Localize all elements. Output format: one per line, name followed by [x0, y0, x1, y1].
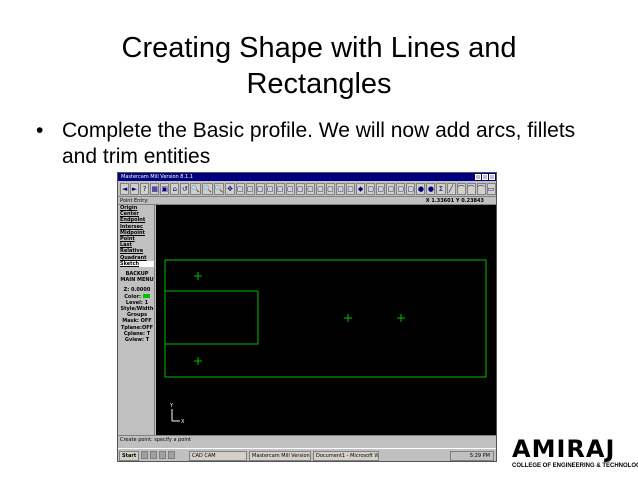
toolbar-button-11[interactable]: ▢ — [235, 182, 245, 195]
drawing-canvas[interactable]: Y X — [156, 205, 496, 435]
window-controls — [475, 174, 495, 180]
window-titlebar: Mastercam Mill Version 8.1.1 — [118, 173, 496, 181]
quick-launch-icon[interactable] — [150, 450, 157, 459]
toolbar-button-17[interactable]: ▢ — [295, 182, 305, 195]
toolbar-button-32[interactable]: ╱ — [446, 182, 456, 195]
toolbar-button-15[interactable]: ▢ — [275, 182, 285, 195]
slide-title: Creating Shape with Lines and Rectangles — [0, 30, 638, 102]
logo-wordmark: AMIRAJ — [512, 435, 616, 463]
taskbar-item-mastercam[interactable]: Mastercam Mill Version... — [249, 450, 311, 461]
point-marker — [194, 357, 202, 365]
toolbar-button-14[interactable]: ▢ — [265, 182, 275, 195]
toolbar-button-31[interactable]: Σ — [436, 182, 446, 195]
point-marker — [344, 314, 352, 322]
amiraj-logo: AMIRAJ COLLEGE OF ENGINEERING & TECHNOLO… — [512, 435, 638, 469]
toolbar-button-8[interactable]: 🔍 — [202, 182, 213, 195]
toolbar-button-25[interactable]: ▢ — [376, 182, 386, 195]
toolbar-button-12[interactable]: ▢ — [245, 182, 255, 195]
quick-launch — [141, 450, 187, 461]
toolbar-button-0[interactable]: ◄ — [120, 182, 130, 195]
quick-launch-icon[interactable] — [168, 450, 175, 459]
color-label: Color: — [124, 293, 141, 300]
main-menu-button[interactable]: MAIN MENU — [120, 277, 154, 283]
toolbar: ◄ ►? ▦ ▣ ⌂ ↺ 🔍 🔍 🔍 ✥ ▢ ▢ ▢ ▢ ▢ ▢ ▢ ▢ ▢ ▢ ▢ ▢ ◆ ▢ ▢ ▢ ▢ ▢ ● ● Σ ╱ ⌒ ⌒ ⌒ ▭ — [118, 181, 496, 197]
toolbar-button-20[interactable]: ▢ — [325, 182, 335, 195]
tplane-setting[interactable]: Tplane:OFF — [120, 325, 154, 331]
toolbar-button-30[interactable]: ● — [426, 182, 436, 195]
axis-y-label: Y — [169, 403, 174, 409]
toolbar-button-27[interactable]: ▢ — [396, 182, 406, 195]
bullet-marker: • — [36, 119, 44, 142]
point-marker — [397, 314, 405, 322]
windows-taskbar: Start CAD CAM Mastercam Mill Version... … — [118, 448, 496, 461]
toolbar-button-28[interactable]: ▢ — [406, 182, 416, 195]
status-bar: Point Entry: X 1.33601 Y 0.23843 — [118, 197, 496, 205]
profile-outline — [164, 259, 487, 378]
toolbar-button-26[interactable]: ▢ — [386, 182, 396, 195]
toolbar-button-5[interactable]: ⌂ — [170, 182, 180, 195]
maximize-button[interactable] — [482, 174, 488, 180]
toolbar-button-35[interactable]: ⌒ — [476, 182, 486, 195]
toolbar-button-23[interactable]: ◆ — [356, 182, 366, 195]
point-marker — [194, 272, 202, 280]
axis-indicator — [171, 409, 180, 422]
color-swatch — [142, 294, 150, 299]
toolbar-button-6[interactable]: ↺ — [180, 182, 190, 195]
side-menu: Origin Center Endpoint Intersec Midpoint… — [118, 205, 155, 435]
quick-launch-icon[interactable] — [141, 450, 148, 459]
toolbar-button-1[interactable]: ► — [130, 182, 140, 195]
gview-setting[interactable]: Gview: T — [120, 337, 154, 343]
slide-title-line-2: Rectangles — [246, 68, 392, 100]
mastercam-screenshot: Mastercam Mill Version 8.1.1 ◄ ►? ▦ ▣ ⌂ ↺ 🔍 🔍 🔍 ✥… — [117, 172, 497, 462]
prompt-line: Create point: specify a point — [118, 435, 496, 444]
minimize-button[interactable] — [475, 174, 481, 180]
toolbar-button-36[interactable]: ▭ — [486, 182, 496, 195]
slide-title-line-1: Creating Shape with Lines and — [121, 32, 517, 64]
toolbar-button-4[interactable]: ▣ — [160, 182, 170, 195]
toolbar-button-7[interactable]: 🔍 — [190, 182, 202, 195]
toolbar-button-19[interactable]: ▢ — [315, 182, 325, 195]
toolbar-button-16[interactable]: ▢ — [285, 182, 295, 195]
toolbar-button-24[interactable]: ▢ — [366, 182, 376, 195]
toolbar-button-13[interactable]: ▢ — [255, 182, 265, 195]
bullet-text: Complete the Basic profile. We will now … — [62, 119, 576, 168]
axis-x-label: X — [181, 419, 185, 425]
bullet-point: • Complete the Basic profile. We will no… — [36, 118, 576, 170]
toolbar-button-21[interactable]: ▢ — [336, 182, 346, 195]
point-entry-label: Point Entry: — [120, 198, 149, 204]
coordinate-readout: X 1.33601 Y 0.23843 — [425, 198, 484, 204]
toolbar-button-9[interactable]: 🔍 — [213, 182, 225, 195]
toolbar-button-22[interactable]: ▢ — [346, 182, 356, 195]
toolbar-button-18[interactable]: ▢ — [305, 182, 315, 195]
toolbar-button-33[interactable]: ⌒ — [456, 182, 466, 195]
window-title: Mastercam Mill Version 8.1.1 — [121, 174, 194, 180]
mask-setting[interactable]: Mask: OFF — [120, 318, 154, 324]
drawing-svg: Y X — [164, 259, 487, 425]
logo-subtitle: COLLEGE OF ENGINEERING & TECHNOLOGY — [512, 463, 638, 469]
toolbar-button-29[interactable]: ● — [416, 182, 426, 195]
color-setting[interactable]: Color: — [120, 294, 154, 300]
quick-launch-icon[interactable] — [159, 450, 166, 459]
close-button[interactable] — [489, 174, 495, 180]
toolbar-button-3[interactable]: ▦ — [150, 182, 160, 195]
toolbar-button-34[interactable]: ⌒ — [466, 182, 476, 195]
taskbar-item-word[interactable]: Document1 - Microsoft W... — [313, 450, 379, 461]
toolbar-button-2[interactable]: ? — [140, 182, 150, 195]
start-button[interactable]: Start — [119, 450, 139, 461]
system-clock: 5:29 PM — [450, 450, 494, 461]
taskbar-item-cad-cam[interactable]: CAD CAM — [189, 450, 247, 461]
toolbar-button-10[interactable]: ✥ — [225, 182, 235, 195]
